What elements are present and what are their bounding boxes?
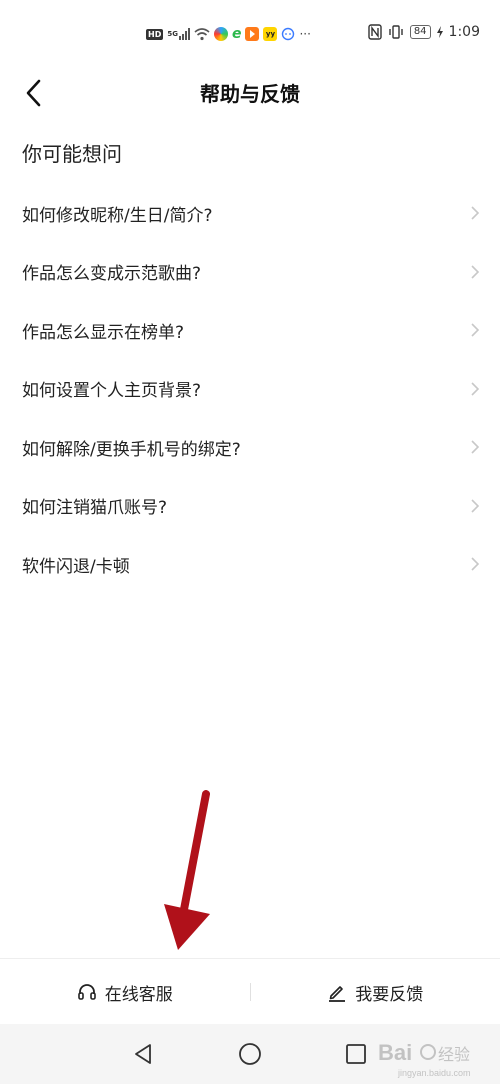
svg-text:jingyan.baidu.com: jingyan.baidu.com: [397, 1068, 471, 1078]
app-icon-play: [245, 27, 260, 41]
feedback-button[interactable]: 我要反馈: [251, 980, 500, 1005]
more-notifications: ···: [299, 27, 311, 41]
svg-text:经验: 经验: [438, 1045, 470, 1064]
app-icon-e: e: [231, 26, 242, 42]
faq-item-label: 如何修改昵称/生日/简介?: [22, 205, 213, 226]
chevron-right-icon: [471, 382, 480, 396]
faq-item-edit-profile[interactable]: 如何修改昵称/生日/简介?: [0, 184, 500, 243]
bottom-action-bar: 在线客服 我要反馈: [0, 958, 500, 1025]
chevron-right-icon: [471, 440, 480, 454]
square-recent-icon[interactable]: [344, 1042, 368, 1066]
clock: 1:09: [448, 24, 480, 40]
header: 帮助与反馈: [0, 70, 500, 114]
pencil-icon: [329, 986, 346, 1002]
faq-item-demo-song[interactable]: 作品怎么变成示范歌曲?: [0, 243, 500, 302]
nfc-icon: [368, 24, 382, 40]
faq-item-delete-account[interactable]: 如何注销猫爪账号?: [0, 477, 500, 536]
faq-item-label: 作品怎么变成示范歌曲?: [22, 264, 202, 285]
signal-icon: [178, 28, 190, 40]
status-right-icons: 84 1:09: [368, 24, 480, 40]
online-service-label: 在线客服: [104, 984, 173, 1005]
vibrate-icon: [389, 25, 403, 39]
charging-icon: [436, 26, 443, 38]
faq-item-label: 软件闪退/卡顿: [22, 556, 130, 577]
chevron-right-icon: [471, 265, 480, 279]
chevron-right-icon: [471, 206, 480, 220]
faq-item-ranking[interactable]: 作品怎么显示在榜单?: [0, 301, 500, 360]
faq-list: 如何修改昵称/生日/简介? 作品怎么变成示范歌曲? 作品怎么显示在榜单? 如何设…: [0, 184, 500, 594]
app-icon-multicolor: [213, 27, 228, 41]
wifi-icon: [194, 28, 210, 41]
faq-item-profile-background[interactable]: 如何设置个人主页背景?: [0, 360, 500, 419]
battery-indicator: 84: [409, 25, 431, 39]
feedback-label: 我要反馈: [355, 984, 424, 1005]
status-left-icons: HD 5G e yy ···: [146, 26, 311, 42]
baidu-watermark-logo: Bai 经验 jingyan.baidu.com: [378, 1040, 471, 1078]
faq-item-label: 如何解除/更换手机号的绑定?: [22, 439, 241, 460]
status-bar: HD 5G e yy ··· 84 1:09: [0, 0, 500, 70]
hd-badge: HD: [146, 28, 164, 40]
headset-icon: [77, 984, 96, 1000]
faq-heading: 你可能想问: [22, 142, 122, 166]
chevron-right-icon: [471, 557, 480, 571]
svg-text:Bai: Bai: [378, 1040, 412, 1065]
app-icon-chat: [282, 27, 295, 41]
faq-item-label: 如何设置个人主页背景?: [22, 381, 202, 402]
circle-home-icon[interactable]: [238, 1042, 262, 1066]
annotation-arrow: [164, 790, 210, 950]
app-icon-yy: yy: [263, 27, 278, 41]
network-label: 5G: [167, 30, 178, 38]
page-title: 帮助与反馈: [200, 82, 300, 106]
triangle-back-icon[interactable]: [131, 1042, 155, 1066]
online-service-button[interactable]: 在线客服: [0, 980, 250, 1005]
faq-item-label: 如何注销猫爪账号?: [22, 498, 168, 519]
chevron-right-icon: [471, 499, 480, 513]
faq-item-crash-lag[interactable]: 软件闪退/卡顿: [0, 535, 500, 594]
faq-item-label: 作品怎么显示在榜单?: [22, 322, 185, 343]
chevron-right-icon: [471, 323, 480, 337]
faq-item-phone-binding[interactable]: 如何解除/更换手机号的绑定?: [0, 418, 500, 477]
